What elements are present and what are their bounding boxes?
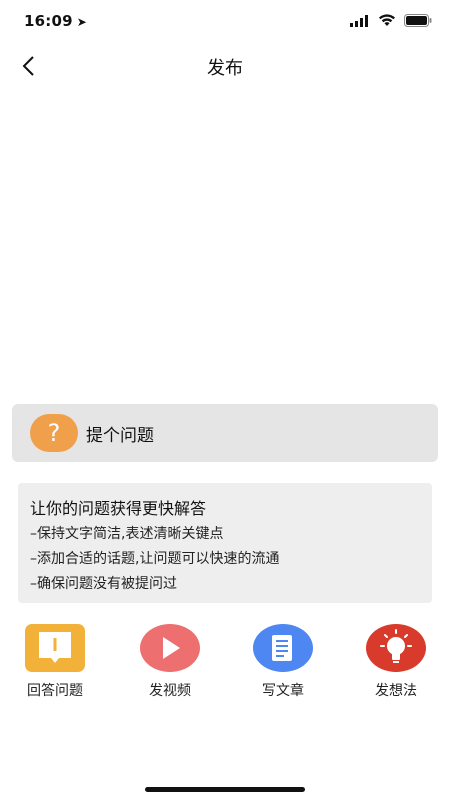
answer-question-label: 回答问题 <box>27 683 83 699</box>
idea-bulb-icon <box>366 624 426 672</box>
wifi-icon <box>379 14 395 26</box>
question-mark-glyph: ? <box>47 419 61 447</box>
status-time: 16:09 ➤ <box>24 12 87 30</box>
write-article-label: 写文章 <box>262 683 304 699</box>
status-bar: 16:09 ➤ <box>0 0 450 44</box>
tip-line: –保持文字简洁,表述清晰关键点 <box>30 526 224 542</box>
home-indicator[interactable] <box>145 787 305 792</box>
post-video-button[interactable]: 发视频 <box>125 624 215 700</box>
battery-icon <box>404 14 432 27</box>
tips-title: 让你的问题获得更快解答 <box>30 499 207 518</box>
answer-icon <box>25 624 85 672</box>
cellular-signal-icon <box>350 14 368 27</box>
write-article-button[interactable]: 写文章 <box>238 624 328 700</box>
post-idea-label: 发想法 <box>375 683 417 699</box>
article-icon <box>253 624 313 672</box>
navigation-bar: 发布 <box>0 44 450 88</box>
ask-question-label: 提个问题 <box>86 425 154 446</box>
page-title: 发布 <box>207 58 243 79</box>
tip-line: –添加合适的话题,让问题可以快速的流通 <box>30 551 280 567</box>
ask-question-button[interactable]: ? 提个问题 <box>12 404 438 462</box>
question-mark-icon: ? <box>30 414 78 452</box>
location-arrow-icon: ➤ <box>76 15 88 29</box>
post-idea-button[interactable]: 发想法 <box>351 624 441 700</box>
time-text: 16:09 <box>24 12 73 30</box>
tips-panel: 让你的问题获得更快解答 –保持文字简洁,表述清晰关键点 –添加合适的话题,让问题… <box>18 483 432 603</box>
publish-actions: 回答问题 发视频 写文章 发想法 <box>0 624 450 704</box>
video-play-icon <box>140 624 200 672</box>
tip-line: –确保问题没有被提问过 <box>30 576 177 592</box>
post-video-label: 发视频 <box>149 683 191 699</box>
status-icons <box>350 14 432 27</box>
answer-question-button[interactable]: 回答问题 <box>10 624 100 700</box>
